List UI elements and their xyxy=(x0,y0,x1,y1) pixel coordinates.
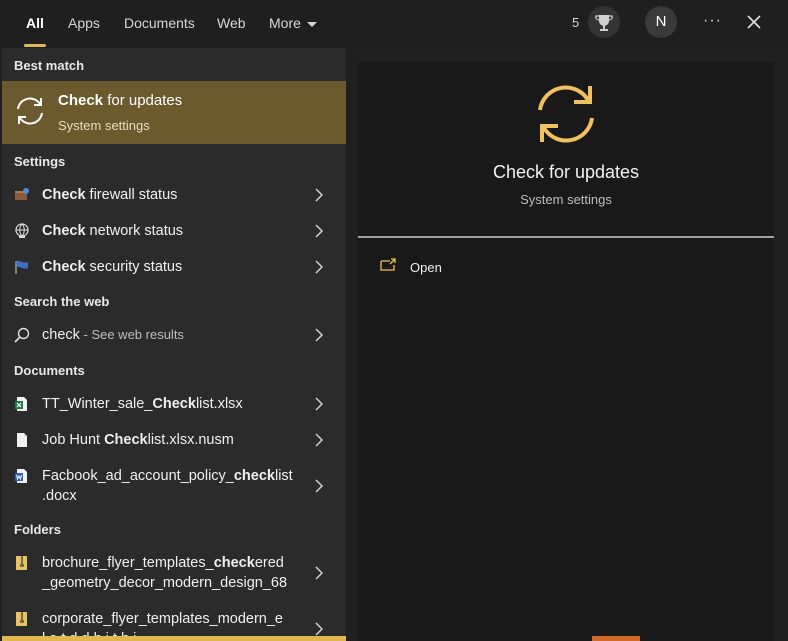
more-options-button[interactable]: ··· xyxy=(703,12,722,30)
best-match-rest: for updates xyxy=(103,92,183,109)
doc-name-part: list.xlsx.nusm xyxy=(147,432,234,448)
settings-item-bold: Check xyxy=(42,187,86,203)
best-match-subtitle: System settings xyxy=(58,118,150,133)
open-action[interactable]: Open xyxy=(380,256,580,280)
chevron-right-icon xyxy=(314,397,324,411)
taskbar-app-indicator xyxy=(592,636,640,641)
doc-name-part: TT_Winter_sale_ xyxy=(42,396,153,412)
globe-icon xyxy=(14,223,30,239)
document-item[interactable]: Facbook_ad_account_policy_checklist .docx xyxy=(2,466,346,506)
doc-name-part: list.xlsx xyxy=(195,396,243,412)
firewall-icon xyxy=(14,187,30,203)
best-match-bold: Check xyxy=(58,92,104,109)
zip-folder-icon xyxy=(14,611,30,627)
avatar-initial: N xyxy=(655,13,667,30)
settings-item-label: Check firewall status xyxy=(42,185,177,205)
folder-name-part: ered xyxy=(254,555,284,571)
open-label: Open xyxy=(410,260,442,275)
doc-name-part: Job Hunt xyxy=(42,432,105,448)
section-settings: Settings xyxy=(14,154,66,169)
folder-name-bold: check xyxy=(213,555,255,571)
tab-documents[interactable]: Documents xyxy=(124,14,195,32)
web-search-label: check - See web results xyxy=(42,325,184,345)
best-match-title: Check for updates xyxy=(58,92,182,109)
section-folders: Folders xyxy=(14,522,61,537)
tab-more[interactable]: More xyxy=(269,14,317,32)
folder-label: brochure_flyer_templates_checkered _geome… xyxy=(42,553,287,593)
search-scope-bar: All Apps Documents Web More 5 N ··· xyxy=(0,0,788,48)
web-query: check xyxy=(42,327,80,343)
folder-name-part: _geometry_decor_modern_design_68 xyxy=(42,575,288,591)
doc-name-part: Facbook_ad_account_policy_ xyxy=(42,468,234,484)
document-item[interactable]: TT_Winter_sale_Checklist.xlsx xyxy=(2,394,346,414)
chevron-right-icon xyxy=(314,433,324,447)
tab-apps[interactable]: Apps xyxy=(68,14,100,32)
settings-item-bold: Check xyxy=(42,223,86,239)
open-icon xyxy=(380,258,396,272)
excel-file-icon xyxy=(14,396,30,412)
refresh-icon xyxy=(530,78,602,150)
settings-item-network[interactable]: Check network status xyxy=(2,221,346,241)
preview-divider xyxy=(358,236,774,238)
best-match-item[interactable]: Check for updates System settings xyxy=(2,81,346,144)
doc-name-bold: check xyxy=(233,468,275,484)
chevron-right-icon xyxy=(314,260,324,274)
active-tab-indicator xyxy=(24,44,46,47)
refresh-icon xyxy=(12,93,48,129)
preview-subtitle: System settings xyxy=(520,192,612,207)
settings-item-rest: firewall status xyxy=(85,187,178,203)
settings-item-label: Check network status xyxy=(42,221,183,241)
web-suffix: - See web results xyxy=(79,327,184,342)
document-label: Facbook_ad_account_policy_checklist .docx xyxy=(42,466,293,506)
close-icon[interactable] xyxy=(746,14,762,30)
chevron-right-icon xyxy=(314,224,324,238)
chevron-right-icon xyxy=(314,622,324,636)
doc-name-part: .docx xyxy=(42,488,77,504)
zip-folder-icon xyxy=(14,555,30,571)
account-avatar[interactable]: N xyxy=(645,6,677,38)
tab-web[interactable]: Web xyxy=(217,14,246,32)
chevron-right-icon xyxy=(314,328,324,342)
settings-item-bold: Check xyxy=(42,259,86,275)
settings-item-label: Check security status xyxy=(42,257,182,277)
preview-panel: Check for updates System settings Open xyxy=(358,62,774,641)
folder-name-part: brochure_flyer_templates_ xyxy=(42,555,214,571)
doc-name-bold: Check xyxy=(104,432,148,448)
settings-item-rest: network status xyxy=(85,223,184,239)
chevron-right-icon xyxy=(314,566,324,580)
preview-title: Check for updates xyxy=(492,162,640,182)
settings-item-rest: security status xyxy=(85,259,183,275)
word-file-icon xyxy=(14,468,30,484)
taskbar-edge xyxy=(2,636,346,641)
results-list: Best match Check for updates System sett… xyxy=(2,48,346,641)
doc-name-bold: Check xyxy=(152,396,196,412)
tab-all[interactable]: All xyxy=(26,14,44,32)
tab-more-label: More xyxy=(269,15,301,31)
section-search-web: Search the web xyxy=(14,294,110,309)
rewards-trophy-icon[interactable] xyxy=(588,6,620,38)
settings-item-firewall[interactable]: Check firewall status xyxy=(2,185,346,205)
web-search-item[interactable]: check - See web results xyxy=(2,325,346,345)
folder-name-part: corporate_flyer_templates_modern_e xyxy=(42,611,283,627)
section-documents: Documents xyxy=(14,363,85,378)
document-item[interactable]: Job Hunt Checklist.xlsx.nusm xyxy=(2,430,346,450)
document-label: TT_Winter_sale_Checklist.xlsx xyxy=(42,394,243,414)
section-best-match: Best match xyxy=(14,58,85,73)
doc-name-part: list xyxy=(274,468,293,484)
folder-item[interactable]: brochure_flyer_templates_checkered _geome… xyxy=(2,553,346,593)
chevron-right-icon xyxy=(314,188,324,202)
chevron-right-icon xyxy=(314,479,324,493)
chevron-down-icon xyxy=(306,21,317,27)
file-icon xyxy=(14,432,30,448)
settings-item-security[interactable]: Check security status xyxy=(2,257,346,277)
search-icon xyxy=(14,327,30,343)
flag-icon xyxy=(14,259,30,275)
rewards-points: 5 xyxy=(572,15,580,30)
document-label: Job Hunt Checklist.xlsx.nusm xyxy=(42,430,234,450)
